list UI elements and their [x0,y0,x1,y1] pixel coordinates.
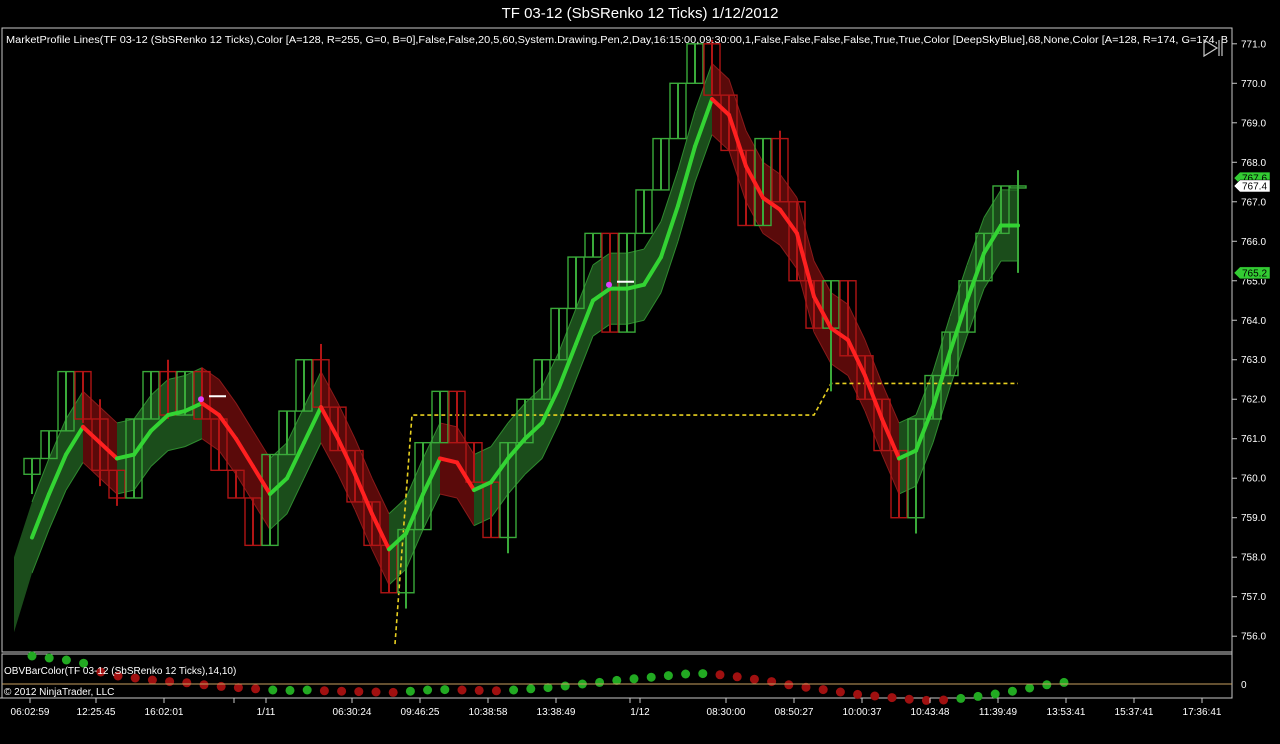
obv-dot [526,684,536,694]
obv-dot [595,677,605,687]
price-markers: 767.6767.4765.2 [1233,171,1271,279]
y-tick-label: 771.0 [1241,39,1266,50]
y-tick-label: 757.0 [1241,592,1266,603]
signal-dot [606,281,612,288]
obv-dot [749,674,759,684]
sub-panel-label: OBVBarColor(TF 03-12 (SbSRenko 12 Ticks)… [4,666,236,677]
obv-dot [491,686,501,696]
x-tick-label: 13:53:41 [1047,707,1086,718]
x-axis-ticks: 06:02:59 12:25:45 16:02:01 1/11 06:30:24 09:4… [11,698,1222,718]
y-tick-label: 770.0 [1241,79,1266,90]
y-tick-label: 764.0 [1241,316,1266,327]
price-panel-frame [1,27,1233,653]
sub-panel-y-ticks: 0 [1241,680,1247,691]
obv-dot [835,687,845,697]
obv-dot [165,677,175,687]
x-tick-label: 06:30:24 [333,707,372,718]
obv-dot [423,685,433,695]
obv-dot [268,685,278,695]
y-tick-label: 759.0 [1241,513,1266,524]
obv-dot [990,689,1000,699]
obv-dot [302,685,312,695]
obv-dot [1042,680,1052,690]
obv-dot [853,689,863,699]
obv-dot [715,670,725,680]
obv-dot [767,677,777,687]
signal-dot [198,396,204,403]
obv-dot [1007,686,1017,696]
obv-dot [818,685,828,695]
obv-dot [285,685,295,695]
obv-dot [698,669,708,679]
obv-dot [1059,677,1069,687]
indicator-label: MarketProfile Lines(TF 03-12 (SbSRenko 1… [6,35,1228,46]
copyright-label: © 2012 NinjaTrader, LLC [4,687,114,698]
price-marker-label: 767.4 [1242,181,1267,192]
x-tick-label: 06:02:59 [11,707,50,718]
obv-dot [732,672,742,682]
obv-dot [663,671,673,681]
obv-dot [337,686,347,696]
obv-dot [319,686,329,696]
chart-canvas[interactable]: 771.0770.0769.0768.0767.0766.0765.0764.0… [0,0,1280,744]
x-tick-label: 10:38:58 [469,707,508,718]
y-tick-label: 760.0 [1241,474,1266,485]
x-tick-label: 10:00:37 [843,707,882,718]
obv-dot [405,686,415,696]
y-tick-label: 766.0 [1241,237,1266,248]
obv-dot [354,687,364,697]
obv-dot [371,687,381,697]
obv-dot [629,674,639,684]
obv-dot [904,694,914,704]
x-tick-label: 1/12 [630,707,650,718]
obv-dot [956,693,966,703]
obv-dot [870,691,880,701]
x-tick-label: 08:30:00 [707,707,746,718]
x-tick-label: 15:37:41 [1115,707,1154,718]
obv-dot [61,655,71,665]
x-tick-label: 10:43:48 [911,707,950,718]
obv-dot [560,681,570,691]
obv-dot [440,685,450,695]
y-tick-label: 756.0 [1241,632,1266,643]
y-tick-label: 769.0 [1241,118,1266,129]
obv-dot [182,678,192,688]
obv-dot [973,691,983,701]
obv-dot [474,685,484,695]
obv-dot [199,680,209,690]
obv-dot [251,684,261,694]
y-axis-ticks: 771.0770.0769.0768.0767.0766.0765.0764.0… [1232,39,1266,643]
x-tick-label: 09:46:25 [401,707,440,718]
obv-dot [388,687,398,697]
obv-dot [887,693,897,703]
obv-dot [457,685,467,695]
y-tick-label: 762.0 [1241,395,1266,406]
y-tick-label: 761.0 [1241,434,1266,445]
obv-dot [646,672,656,682]
y-tick-label: 758.0 [1241,553,1266,564]
x-tick-label: 08:50:27 [775,707,814,718]
x-tick-label: 1/11 [257,707,276,718]
obv-dot [27,651,37,661]
y-tick-label: 763.0 [1241,355,1266,366]
y-tick-label: 768.0 [1241,158,1266,169]
x-tick-label: 12:25:45 [77,707,116,718]
obv-dot [784,680,794,690]
sub-y-tick-label: 0 [1241,680,1247,691]
y-tick-label: 767.0 [1241,197,1266,208]
obv-dot [1025,683,1035,693]
obv-dot [939,695,949,705]
x-tick-label: 13:38:49 [537,707,576,718]
x-tick-label: 11:39:49 [979,707,1018,718]
x-tick-label: 16:02:01 [145,707,184,718]
price-marker-label: 765.2 [1242,268,1267,279]
obv-dot [681,669,691,679]
obv-dot [44,653,54,663]
obv-dot [216,681,226,691]
obv-dot [509,685,519,695]
x-tick-label: 17:36:41 [1183,707,1222,718]
